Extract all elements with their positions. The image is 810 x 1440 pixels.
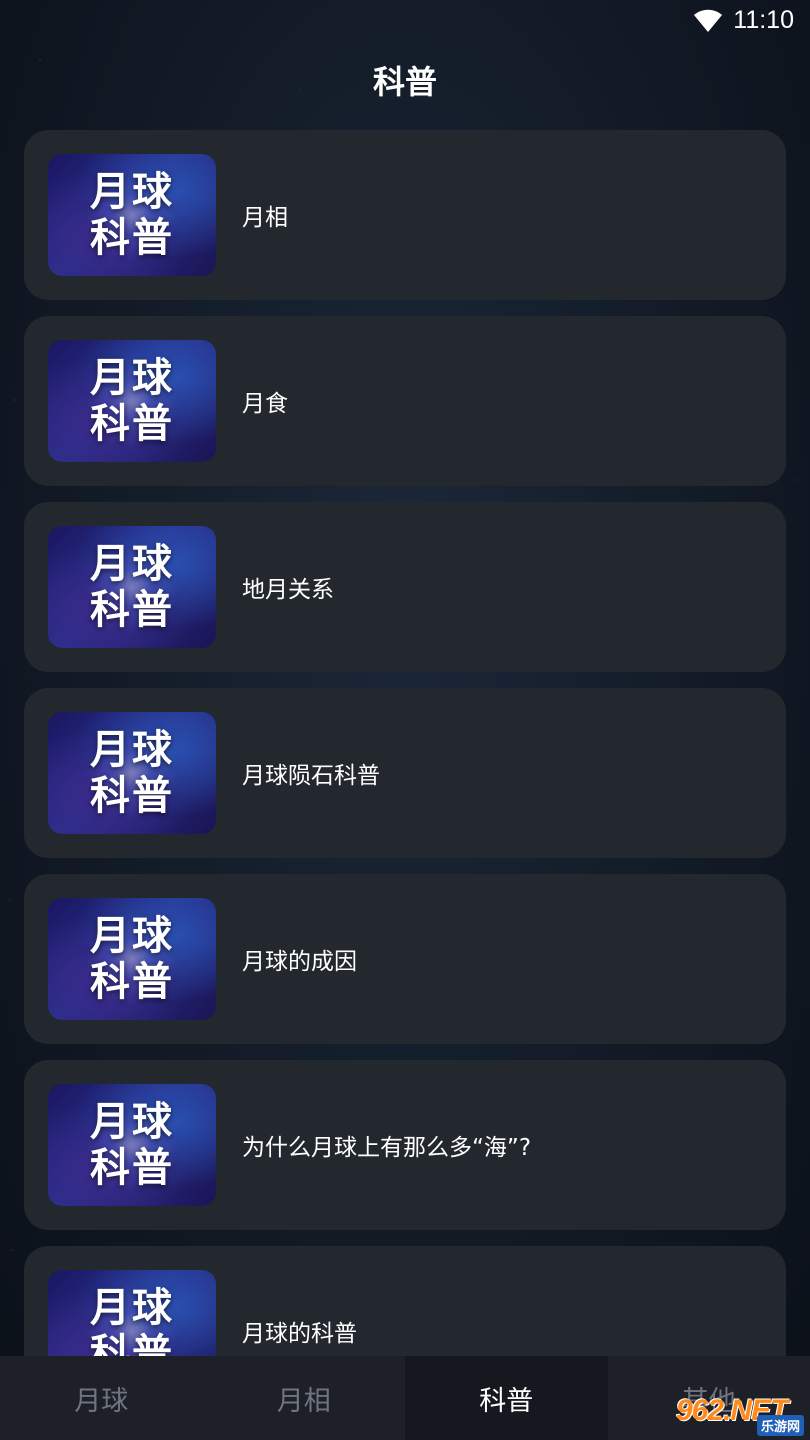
list-item-label: 月球的科普 xyxy=(242,1321,357,1347)
status-time: 11:10 xyxy=(733,6,794,34)
thumbnail-text-line2: 科普 xyxy=(90,1145,174,1191)
moon-science-thumbnail: 月球 科普 xyxy=(48,526,216,648)
watermark-sub-text: 乐游网 xyxy=(756,1415,804,1436)
page-title: 科普 xyxy=(372,63,437,101)
tab-science[interactable]: 科普 xyxy=(405,1356,608,1440)
moon-science-thumbnail: 月球 科普 xyxy=(48,340,216,462)
thumbnail-text-line1: 月球 xyxy=(90,541,174,587)
science-list[interactable]: 月球 科普 月相 月球 科普 月食 月球 科普 地月关系 月球 科普 月球陨石科… xyxy=(24,130,786,1356)
list-item[interactable]: 月球 科普 为什么月球上有那么多“海”? xyxy=(24,1060,786,1230)
site-watermark-logo: 962.NET 乐游网 xyxy=(676,1394,806,1436)
thumbnail-text-line2: 科普 xyxy=(90,215,174,261)
thumbnail-text-line2: 科普 xyxy=(90,587,174,633)
tab-moon[interactable]: 月球 xyxy=(0,1356,203,1440)
list-item-label: 地月关系 xyxy=(242,577,334,603)
wifi-icon xyxy=(694,9,723,32)
thumbnail-text-line1: 月球 xyxy=(90,1285,174,1331)
moon-science-thumbnail: 月球 科普 xyxy=(48,712,216,834)
list-item-label: 月球陨石科普 xyxy=(242,763,380,789)
list-item-label: 为什么月球上有那么多“海”? xyxy=(242,1135,532,1161)
thumbnail-text-line1: 月球 xyxy=(90,169,174,215)
status-bar: 11:10 xyxy=(0,0,810,44)
header: 科普 xyxy=(0,52,810,112)
list-item[interactable]: 月球 科普 地月关系 xyxy=(24,502,786,672)
thumbnail-text-line2: 科普 xyxy=(90,401,174,447)
list-item[interactable]: 月球 科普 月球陨石科普 xyxy=(24,688,786,858)
thumbnail-text-line1: 月球 xyxy=(90,913,174,959)
thumbnail-text-line2: 科普 xyxy=(90,773,174,819)
status-icons: 11:10 xyxy=(693,6,794,35)
list-item[interactable]: 月球 科普 月食 xyxy=(24,316,786,486)
thumbnail-text-line1: 月球 xyxy=(90,355,174,401)
moon-science-thumbnail: 月球 科普 xyxy=(48,1270,216,1356)
list-item[interactable]: 月球 科普 月相 xyxy=(24,130,786,300)
tab-moon-phase[interactable]: 月相 xyxy=(203,1356,406,1440)
thumbnail-text-line2: 科普 xyxy=(90,959,174,1005)
thumbnail-text-line1: 月球 xyxy=(90,727,174,773)
list-item[interactable]: 月球 科普 月球的成因 xyxy=(24,874,786,1044)
moon-science-thumbnail: 月球 科普 xyxy=(48,154,216,276)
moon-science-thumbnail: 月球 科普 xyxy=(48,1084,216,1206)
list-item[interactable]: 月球 科普 月球的科普 xyxy=(24,1246,786,1356)
moon-science-thumbnail: 月球 科普 xyxy=(48,898,216,1020)
thumbnail-text-line1: 月球 xyxy=(90,1099,174,1145)
list-item-label: 月食 xyxy=(242,391,288,417)
list-item-label: 月球的成因 xyxy=(242,949,357,975)
list-item-label: 月相 xyxy=(242,205,288,231)
thumbnail-text-line2: 科普 xyxy=(90,1331,174,1356)
